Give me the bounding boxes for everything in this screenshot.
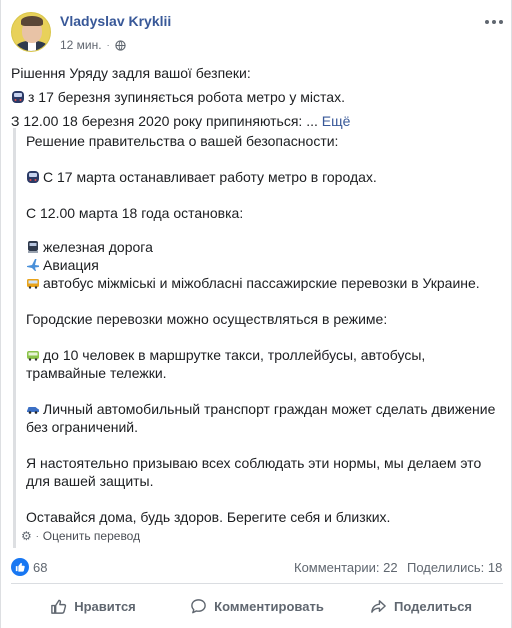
gear-icon: ⚙ <box>21 529 32 543</box>
post-line: з 17 березня зупиняється робота метро у … <box>11 88 345 106</box>
translation-line: Решение правительства о вашей безопаснос… <box>26 133 339 149</box>
translation-line: Авиация <box>26 256 99 274</box>
translation-line-text: Авиация <box>43 257 99 273</box>
globe-icon[interactable] <box>114 39 126 51</box>
translation-line: С 17 марта останавливает работу метро в … <box>26 168 377 186</box>
translation-line: Я настоятельно призываю всех соблюдать э… <box>26 455 482 471</box>
share-icon <box>371 599 386 613</box>
share-button-label: Поделиться <box>393 598 473 614</box>
translation-line-text: С 17 марта останавливает работу метро в … <box>43 169 377 185</box>
translation-line-text: Личный автомобильный транспорт граждан м… <box>43 401 496 417</box>
more-options-icon[interactable] <box>485 15 505 29</box>
shares-count[interactable]: Поделились: 18 <box>407 560 502 575</box>
metro-icon <box>12 91 24 103</box>
translation-line: без ограничений. <box>26 419 139 435</box>
post-timestamp[interactable]: 12 мин. <box>60 38 102 52</box>
post-actions: Нравится Комментировать Поделиться <box>11 590 503 622</box>
post-line: Рішення Уряду задля вашої безпеки: <box>11 65 251 81</box>
translation-line-text: железная дорога <box>43 239 153 255</box>
meta-separator: · <box>106 40 110 50</box>
translation-line: С 12.00 марта 18 года остановка: <box>26 205 244 221</box>
post-line-text: з 17 березня зупиняється робота метро у … <box>28 89 345 105</box>
car-icon <box>27 407 39 414</box>
metro-icon <box>27 171 39 183</box>
author-name[interactable]: Vladyslav Kryklii <box>60 13 171 29</box>
divider <box>11 583 503 584</box>
translation-line: Оставайся дома, будь здоров. Берегите се… <box>26 509 391 525</box>
comment-button-label: Комментировать <box>214 598 324 614</box>
post-stats: 68 Комментарии: 22 Поделились: 18 <box>11 556 503 578</box>
comment-icon <box>191 598 206 613</box>
translation-line: для вашей защиты. <box>26 473 154 489</box>
bus-icon <box>27 279 39 289</box>
comment-button[interactable]: Комментировать <box>175 590 339 622</box>
translation-line-text: автобус міжміські и міжобласні пассажирс… <box>43 275 480 291</box>
post-card: Vladyslav Kryklii 12 мин. · Рішення Уряд… <box>0 0 512 628</box>
minibus-icon <box>27 351 39 361</box>
airplane-icon <box>27 259 39 271</box>
translation-line-text: до 10 человек в маршрутке такси, троллей… <box>43 347 426 363</box>
rate-translation[interactable]: ⚙ · Оценить перевод <box>21 529 140 543</box>
post-meta: 12 мин. · <box>60 38 126 52</box>
translation-line: Городские перевозки можно осуществляться… <box>26 311 388 327</box>
like-button[interactable]: Нравится <box>11 590 175 622</box>
see-more-link[interactable]: Ещё <box>322 113 351 129</box>
comments-count[interactable]: Комментарии: 22 <box>294 560 398 575</box>
author-avatar[interactable] <box>11 12 51 52</box>
translation-line: до 10 человек в маршрутке такси, троллей… <box>26 346 425 364</box>
like-reaction-icon[interactable] <box>11 558 29 576</box>
translation-block: Решение правительства о вашей безопаснос… <box>13 128 503 548</box>
post-line-text: З 12.00 18 березня 2020 року припиняютьс… <box>11 113 318 129</box>
train-icon <box>28 241 38 253</box>
thumbs-up-icon <box>51 599 67 614</box>
like-count[interactable]: 68 <box>33 560 47 575</box>
post-header: Vladyslav Kryklii 12 мин. · <box>1 0 512 62</box>
translation-line: трамвайные тележки. <box>26 365 167 381</box>
rate-translation-label[interactable]: Оценить перевод <box>43 529 140 543</box>
translation-line: Личный автомобильный транспорт граждан м… <box>26 400 495 418</box>
share-button[interactable]: Поделиться <box>339 590 503 622</box>
translation-line: железная дорога <box>26 238 153 256</box>
like-button-label: Нравится <box>74 598 136 614</box>
translation-line: автобус міжміські и міжобласні пассажирс… <box>26 274 480 292</box>
